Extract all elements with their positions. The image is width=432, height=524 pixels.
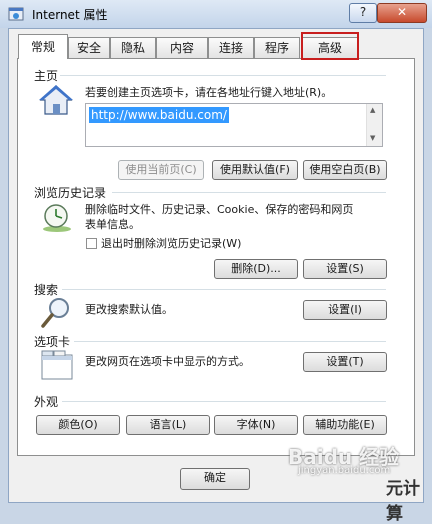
history-separator bbox=[112, 192, 386, 193]
internet-options-icon bbox=[8, 7, 24, 21]
help-button[interactable]: ? bbox=[349, 3, 377, 23]
history-settings-button[interactable]: 设置(S) bbox=[303, 259, 387, 279]
appearance-section-label: 外观 bbox=[34, 395, 59, 409]
search-description: 更改搜索默认值。 bbox=[85, 303, 173, 316]
use-default-button[interactable]: 使用默认值(F) bbox=[212, 160, 298, 180]
search-magnifier-icon bbox=[41, 298, 69, 328]
tabs-settings-button[interactable]: 设置(T) bbox=[303, 352, 387, 372]
history-section-label: 浏览历史记录 bbox=[34, 186, 107, 200]
window-title: Internet 属性 bbox=[32, 8, 108, 22]
home-icon bbox=[39, 85, 73, 115]
home-url-value: http://www.baidu.com/ bbox=[89, 107, 229, 123]
delete-on-exit-label[interactable]: 退出时删除浏览历史记录(W) bbox=[101, 236, 241, 251]
fonts-button[interactable]: 字体(N) bbox=[214, 415, 298, 435]
appearance-separator bbox=[62, 401, 386, 402]
corner-logo: 元计算 bbox=[386, 479, 420, 524]
search-separator bbox=[62, 289, 386, 290]
history-description-line2: 表单信息。 bbox=[85, 218, 140, 231]
scroll-down-icon[interactable]: ▼ bbox=[370, 134, 375, 142]
delete-on-exit-checkbox[interactable] bbox=[86, 238, 97, 249]
tab-content[interactable]: 内容 bbox=[156, 37, 208, 58]
languages-button[interactable]: 语言(L) bbox=[126, 415, 210, 435]
tabbed-window-icon bbox=[41, 350, 73, 380]
tab-privacy[interactable]: 隐私 bbox=[110, 37, 156, 58]
tab-programs[interactable]: 程序 bbox=[254, 37, 300, 58]
use-blank-button[interactable]: 使用空白页(B) bbox=[303, 160, 387, 180]
tab-general[interactable]: 常规 bbox=[18, 34, 68, 59]
home-description: 若要创建主页选项卡，请在各地址行键入地址(R)。 bbox=[85, 86, 333, 99]
accessibility-button[interactable]: 辅助功能(E) bbox=[303, 415, 387, 435]
watermark-sub: jingyan.baidu.com bbox=[298, 465, 391, 476]
scroll-up-icon[interactable]: ▲ bbox=[370, 106, 375, 114]
delete-history-button[interactable]: 删除(D)... bbox=[214, 259, 298, 279]
use-current-button[interactable]: 使用当前页(C) bbox=[118, 160, 204, 180]
tab-security[interactable]: 安全 bbox=[68, 37, 110, 58]
tabs-description: 更改网页在选项卡中显示的方式。 bbox=[85, 355, 250, 368]
home-section-label: 主页 bbox=[34, 69, 59, 83]
home-url-input[interactable]: http://www.baidu.com/ ▲ ▼ bbox=[85, 103, 383, 147]
ok-button[interactable]: 确定 bbox=[180, 468, 250, 490]
tabs-section-label: 选项卡 bbox=[34, 335, 71, 349]
tab-connections[interactable]: 连接 bbox=[208, 37, 254, 58]
tab-advanced-highlight bbox=[301, 32, 359, 60]
close-button[interactable]: ✕ bbox=[377, 3, 427, 23]
title-bar: Internet 属性 ? ✕ bbox=[0, 0, 432, 28]
search-settings-button[interactable]: 设置(I) bbox=[303, 300, 387, 320]
history-clock-icon bbox=[43, 204, 71, 232]
colors-button[interactable]: 颜色(O) bbox=[36, 415, 120, 435]
tabs-separator bbox=[74, 341, 386, 342]
history-description-line1: 删除临时文件、历史记录、Cookie、保存的密码和网页 bbox=[85, 203, 354, 216]
home-separator bbox=[60, 75, 386, 76]
home-url-scrollbar[interactable]: ▲ ▼ bbox=[366, 104, 382, 146]
